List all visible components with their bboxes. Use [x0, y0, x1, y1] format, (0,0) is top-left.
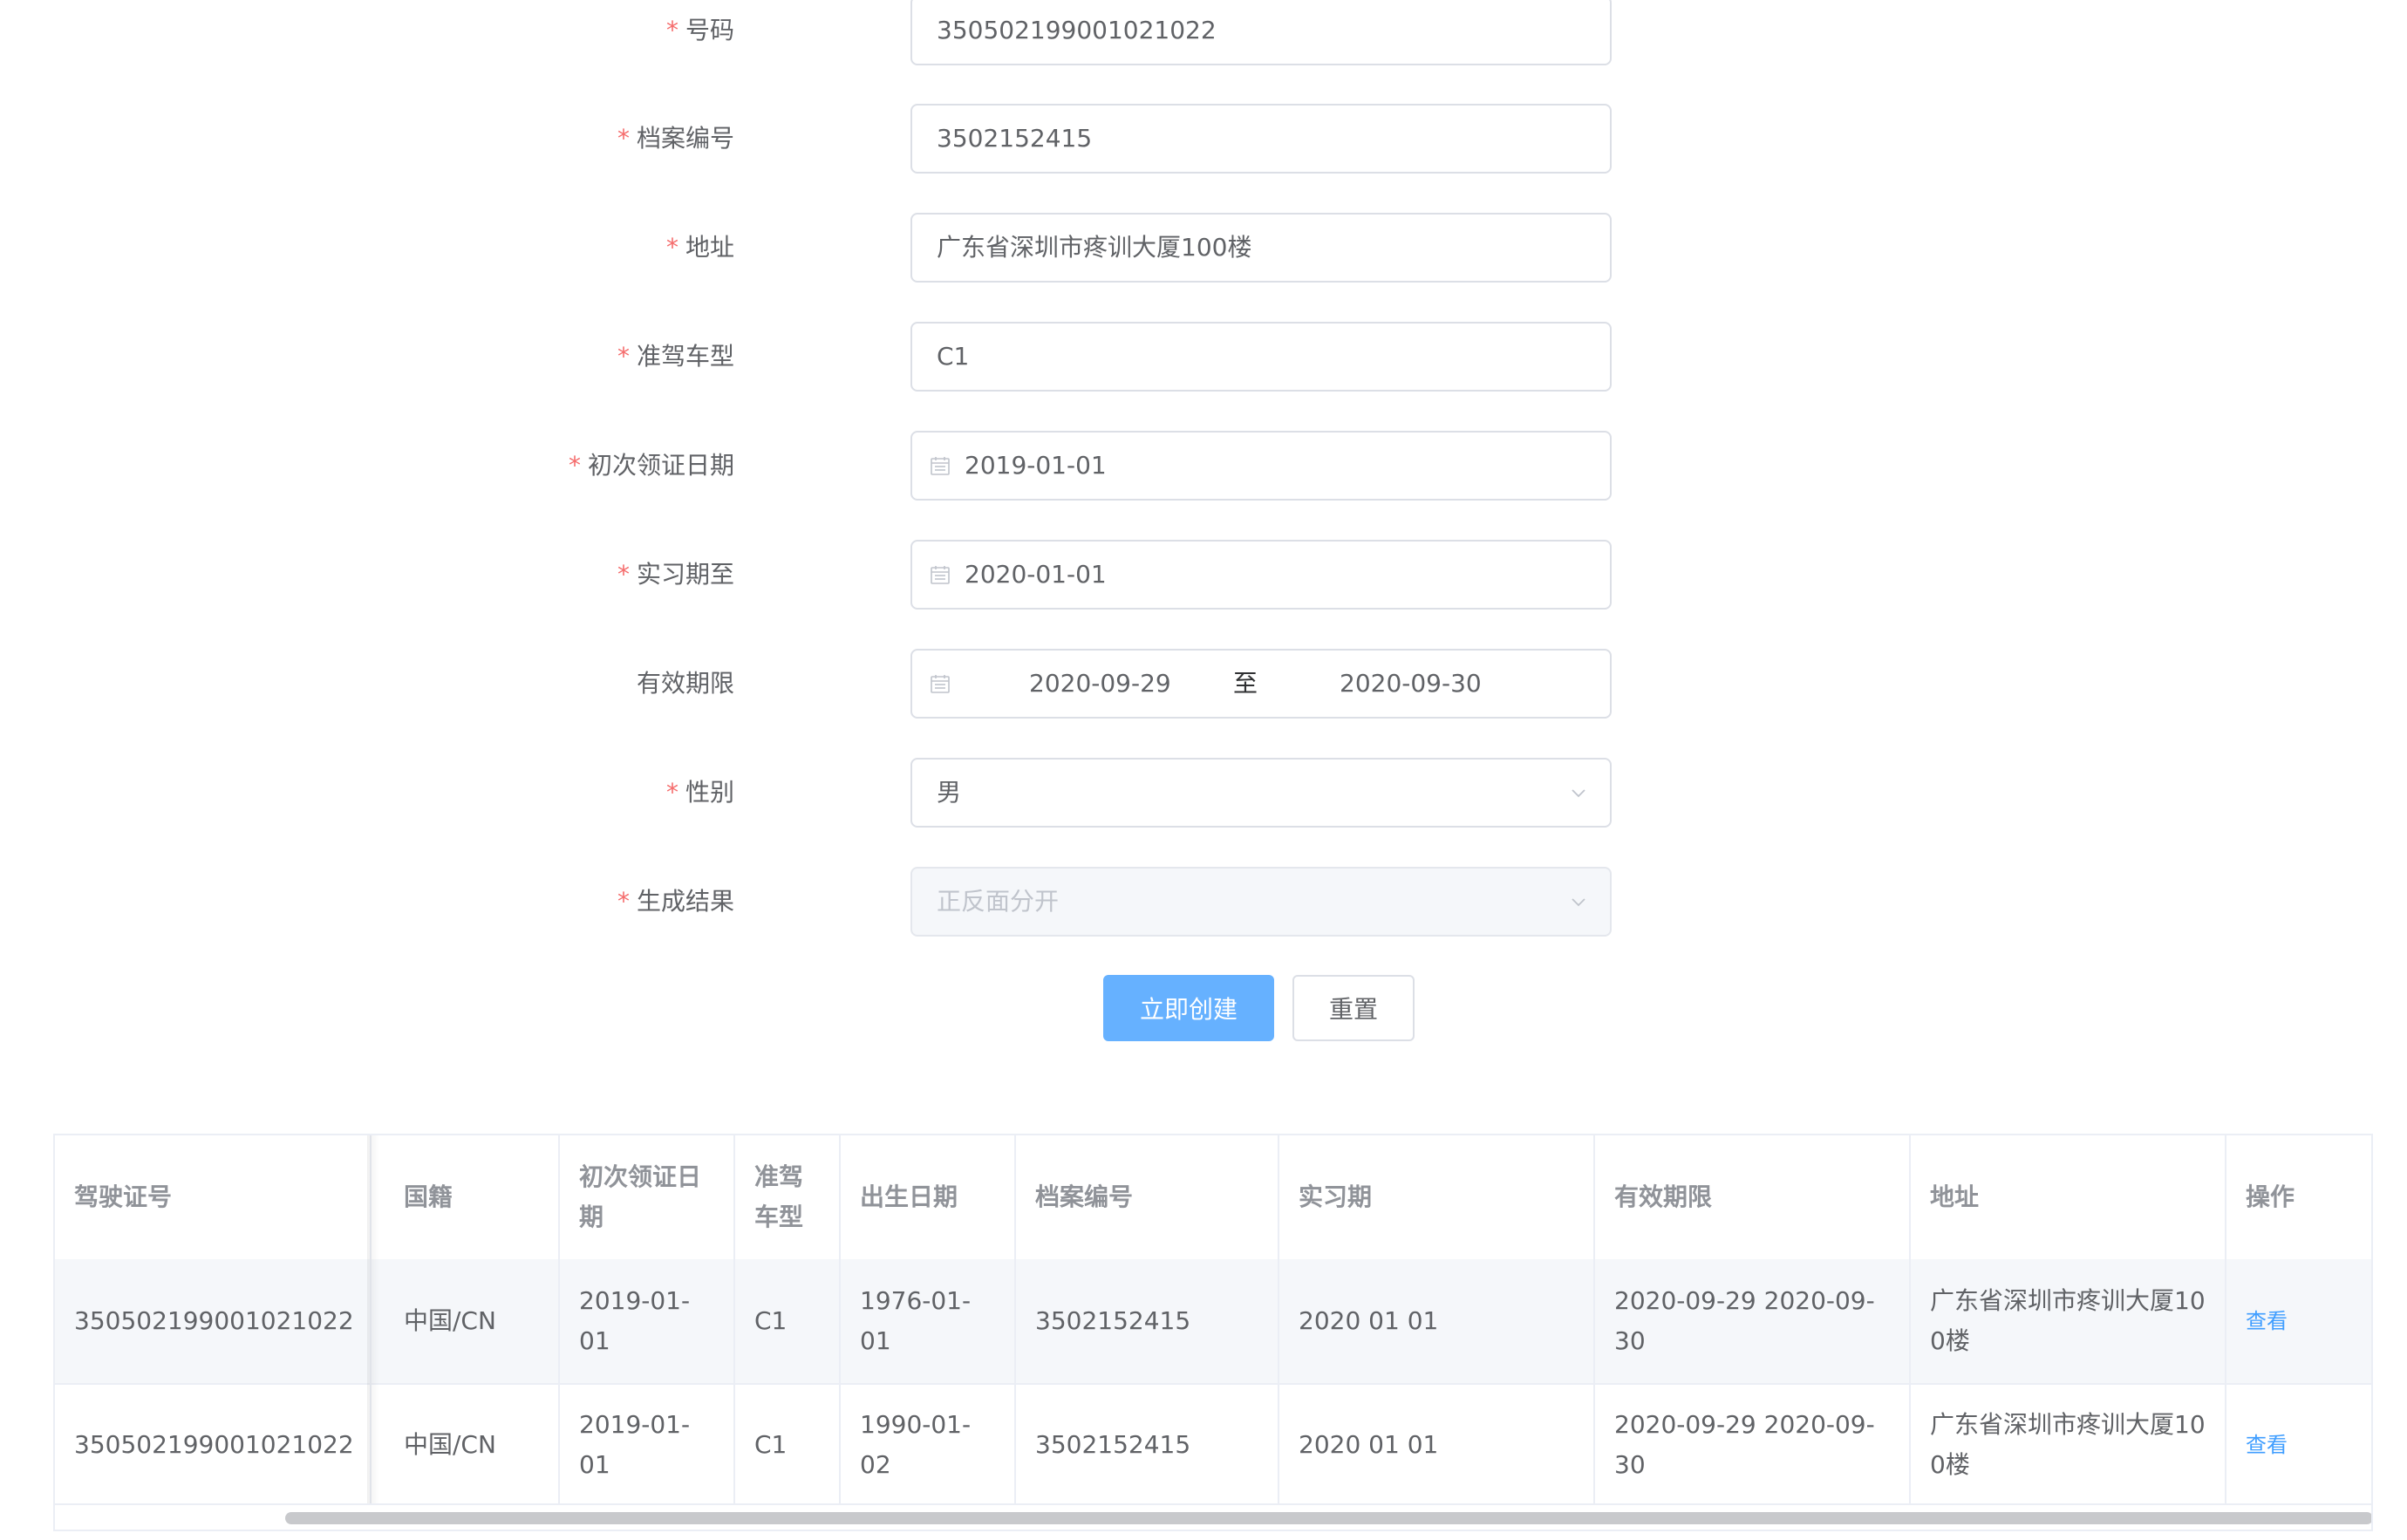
first-issue-date-picker[interactable]: 2019-01-01 [910, 431, 1612, 501]
view-link[interactable]: 查看 [2246, 1425, 2288, 1465]
table-cell: 中国/CN [385, 1383, 560, 1507]
form-item-output-result: * 生成结果 正反面分开 [0, 867, 2407, 937]
column-header: 准驾车型 [735, 1135, 841, 1259]
first-issue-date-label: * 初次领证日期 [568, 451, 734, 480]
column-header: 驾驶证号 [55, 1135, 372, 1259]
form-item-vehicle-class: * 准驾车型 C1 [0, 322, 2407, 392]
column-header: 有效期限 [1595, 1135, 1911, 1259]
table-cell: 1990-01-02 [841, 1383, 1016, 1507]
table-cell: 3502152415 [1016, 1383, 1279, 1507]
required-mark: * [665, 16, 678, 44]
address-input-value: 广东省深圳市疼训大厦100楼 [937, 233, 1252, 262]
first-issue-date-value: 2019-01-01 [965, 451, 1107, 480]
table-cell: 2020-09-29 2020-09-30 [1595, 1259, 1911, 1383]
file-number-input-value: 3502152415 [937, 124, 1093, 153]
scrollbar-thumb[interactable] [285, 1512, 2371, 1524]
form-item-file-number: * 档案编号 3502152415 [0, 104, 2407, 174]
gender-label: * 性别 [665, 778, 734, 807]
table-cell: 2019-01-01 [560, 1383, 735, 1507]
table-cell: 2020-09-29 2020-09-30 [1595, 1383, 1911, 1507]
calendar-icon [931, 566, 950, 584]
output-result-select: 正反面分开 [910, 867, 1612, 937]
calendar-icon [931, 457, 950, 475]
output-result-select-value: 正反面分开 [937, 887, 1060, 916]
column-header: 出生日期 [841, 1135, 1016, 1259]
fixed-column-shadow [367, 1135, 379, 1507]
table-cell: C1 [735, 1383, 841, 1507]
form-item-first-issue-date: * 初次领证日期 2019-01-01 [0, 431, 2407, 501]
column-header: 档案编号 [1016, 1135, 1279, 1259]
form-item-gender: * 性别 男 [0, 758, 2407, 828]
range-separator: 至 [1233, 669, 1258, 698]
table-cell: 2020 01 01 [1279, 1383, 1595, 1507]
required-mark: * [665, 778, 678, 807]
validity-period-label: 有效期限 [636, 669, 734, 698]
table-header: 驾驶证号 国籍 初次领证日期 准驾车型 出生日期 档案编号 实习期 有效期限 地… [55, 1135, 2371, 1261]
column-header: 国籍 [385, 1135, 560, 1259]
required-mark: * [617, 124, 630, 153]
calendar-icon [931, 675, 950, 693]
table-cell: C1 [735, 1259, 841, 1383]
table-cell: 350502199001021022 [55, 1383, 372, 1507]
file-number-input[interactable]: 3502152415 [910, 104, 1612, 174]
table-cell: 广东省深圳市疼训大厦100楼 [1911, 1259, 2226, 1383]
probation-end-label: * 实习期至 [617, 560, 734, 589]
table-cell: 中国/CN [385, 1259, 560, 1383]
required-mark: * [617, 342, 630, 371]
table-cell: 350502199001021022 [55, 1259, 372, 1383]
validity-date-range-picker[interactable]: 2020-09-29 至 2020-09-30 [910, 649, 1612, 719]
column-header: 地址 [1911, 1135, 2226, 1259]
gender-select[interactable]: 男 [910, 758, 1612, 828]
table-cell: 2020 01 01 [1279, 1259, 1595, 1383]
address-input[interactable]: 广东省深圳市疼训大厦100楼 [910, 213, 1612, 283]
range-start-input[interactable]: 2020-09-29 [1029, 651, 1171, 717]
license-table: 驾驶证号 国籍 初次领证日期 准驾车型 出生日期 档案编号 实习期 有效期限 地… [53, 1134, 2373, 1531]
probation-end-date-value: 2020-01-01 [965, 560, 1107, 589]
column-header: 实习期 [1279, 1135, 1595, 1259]
vehicle-class-label: * 准驾车型 [617, 342, 734, 371]
table-row: 350502199001021022 中国/CN 2019-01-01 C1 1… [55, 1383, 2371, 1509]
required-mark: * [665, 233, 678, 262]
form-item-validity-period: 有效期限 2020-09-29 至 2020-09-30 [0, 649, 2407, 719]
table-cell: 1976-01-01 [841, 1259, 1016, 1383]
address-label: * 地址 [665, 233, 734, 262]
vehicle-class-input-value: C1 [937, 342, 970, 371]
table-cell: 2019-01-01 [560, 1259, 735, 1383]
gender-select-value: 男 [937, 778, 962, 807]
view-link[interactable]: 查看 [2246, 1301, 2288, 1341]
table-cell: 广东省深圳市疼训大厦100楼 [1911, 1383, 2226, 1507]
form-item-probation-end: * 实习期至 2020-01-01 [0, 540, 2407, 610]
reset-button[interactable]: 重置 [1292, 975, 1415, 1041]
probation-end-date-picker[interactable]: 2020-01-01 [910, 540, 1612, 610]
form-item-address: * 地址 广东省深圳市疼训大厦100楼 [0, 213, 2407, 283]
required-mark: * [617, 560, 630, 589]
table-row: 350502199001021022 中国/CN 2019-01-01 C1 1… [55, 1259, 2371, 1385]
table-cell: 3502152415 [1016, 1259, 1279, 1383]
table-cell: 查看 [2226, 1383, 2371, 1507]
range-end-input[interactable]: 2020-09-30 [1340, 651, 1482, 717]
column-header: 操作 [2246, 1182, 2295, 1211]
table-cell: 查看 [2226, 1259, 2371, 1383]
vehicle-class-input[interactable]: C1 [910, 322, 1612, 392]
required-mark: * [568, 451, 581, 480]
chevron-down-icon [1572, 789, 1585, 798]
chevron-down-icon [1572, 898, 1585, 907]
column-header: 初次领证日期 [560, 1135, 735, 1259]
create-button[interactable]: 立即创建 [1103, 975, 1274, 1041]
file-number-label: * 档案编号 [617, 124, 734, 153]
form-item-number: * 号码 350502199001021022 [0, 0, 2407, 65]
horizontal-scrollbar[interactable] [55, 1503, 2371, 1530]
number-input-value: 350502199001021022 [937, 16, 1217, 44]
output-result-label: * 生成结果 [617, 887, 734, 916]
number-label: * 号码 [665, 16, 734, 44]
number-input[interactable]: 350502199001021022 [910, 0, 1612, 65]
required-mark: * [617, 887, 630, 916]
